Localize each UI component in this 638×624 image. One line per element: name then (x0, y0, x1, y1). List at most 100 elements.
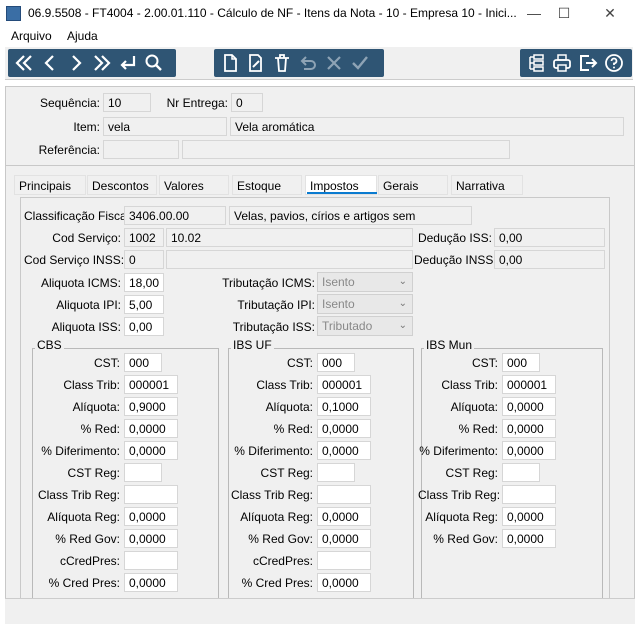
first-record-button[interactable] (12, 51, 36, 75)
ibs-uf-cst-field[interactable]: 000 (317, 353, 355, 372)
ibs-mun-class-trib-reg-label: Class Trib Reg: (418, 488, 501, 502)
ibs-mun-class-trib-field[interactable]: 000001 (502, 375, 556, 394)
cbs-class-trib-label: Class Trib: (63, 378, 120, 392)
cbs-aliquota-reg-field[interactable]: 0,0000 (124, 507, 178, 526)
exit-button[interactable] (576, 51, 600, 75)
ibs-mun-red-label: % Red: (458, 422, 498, 436)
cod-servico-inss-field[interactable]: 0 (124, 250, 164, 269)
ibs-uf-ccredpres-field[interactable] (317, 551, 371, 570)
close-button[interactable]: ✕ (596, 4, 624, 24)
referencia-description-field[interactable] (182, 140, 510, 159)
chevron-down-icon: ⌄ (398, 298, 407, 309)
ibs-uf-red-field[interactable]: 0,0000 (317, 419, 371, 438)
tributacao-iss-label: Tributação ISS: (232, 320, 315, 334)
item-label: Item: (73, 120, 100, 134)
deducao-inss-field[interactable]: 0,00 (494, 250, 605, 269)
sequencia-field[interactable]: 10 (103, 93, 151, 112)
ibs-uf-class-trib-field[interactable]: 000001 (317, 375, 371, 394)
cod-servico-inss-description-field[interactable] (166, 250, 413, 269)
tree-icon (529, 54, 544, 72)
ibs-mun-diferimento-field[interactable]: 0,0000 (502, 441, 556, 460)
ibs-uf-aliquota-field[interactable]: 0,1000 (317, 397, 371, 416)
cbs-aliquota-field[interactable]: 0,9000 (124, 397, 178, 416)
menu-arquivo[interactable]: Arquivo (11, 29, 52, 43)
print-button[interactable] (550, 51, 574, 75)
tributacao-icms-value: Isento (322, 275, 355, 289)
ibs-mun-red-field[interactable]: 0,0000 (502, 419, 556, 438)
previous-record-button[interactable] (38, 51, 62, 75)
cbs-class-trib-field[interactable]: 000001 (124, 375, 178, 394)
ibs-uf-aliquota-reg-field[interactable]: 0,0000 (317, 507, 371, 526)
cbs-ccredpres-label: cCredPres: (59, 554, 120, 568)
ibs-uf-red-label: % Red: (273, 422, 313, 436)
cancel-button[interactable] (322, 51, 346, 75)
cbs-cred-pres-field[interactable]: 0,0000 (124, 573, 178, 592)
cbs-group-title: CBS (35, 338, 64, 352)
confirm-button[interactable] (348, 51, 372, 75)
help-button[interactable] (602, 51, 626, 75)
aliquota-iss-field[interactable]: 0,00 (124, 317, 164, 336)
cod-servico-field[interactable]: 1002 (124, 228, 164, 247)
item-code-field[interactable]: vela (103, 117, 227, 136)
ibs-uf-cred-pres-field[interactable]: 0,0000 (317, 573, 371, 592)
ibs-mun-red-gov-field[interactable]: 0,0000 (502, 529, 556, 548)
cbs-cst-reg-field[interactable] (124, 463, 162, 482)
tab-estoque[interactable]: Estoque (232, 175, 302, 195)
ibs-mun-cst-field[interactable]: 000 (502, 353, 540, 372)
classificacao-fiscal-code-field[interactable]: 3406.00.00 (124, 206, 226, 225)
nr-entrega-field[interactable]: 0 (231, 93, 263, 112)
cbs-cst-field[interactable]: 000 (124, 353, 162, 372)
tributacao-iss-select[interactable]: Tributado ⌄ (317, 316, 413, 336)
tributacao-ipi-label: Tributação IPI: (237, 298, 315, 312)
active-tab-indicator (307, 192, 377, 194)
ibs-uf-class-trib-reg-field[interactable] (317, 485, 371, 504)
next-record-button[interactable] (64, 51, 88, 75)
undo-button[interactable] (296, 51, 320, 75)
menu-ajuda[interactable]: Ajuda (67, 29, 98, 43)
edit-button[interactable] (244, 51, 268, 75)
cbs-diferimento-label: % Diferimento: (41, 444, 120, 458)
deducao-iss-field[interactable]: 0,00 (494, 228, 605, 247)
tributacao-icms-label: Tributação ICMS: (222, 276, 315, 290)
ibs-mun-aliquota-reg-field[interactable]: 0,0000 (502, 507, 556, 526)
tributacao-icms-select[interactable]: Isento ⌄ (317, 272, 413, 292)
tributacao-ipi-select[interactable]: Isento ⌄ (317, 294, 413, 314)
classificacao-fiscal-description-field[interactable]: Velas, pavios, círios e artigos sem (229, 206, 472, 225)
window-title: 06.9.5508 - FT4004 - 2.00.01.110 - Cálcu… (28, 6, 517, 20)
minimize-button[interactable]: — (520, 4, 548, 24)
new-button[interactable] (218, 51, 242, 75)
cbs-red-field[interactable]: 0,0000 (124, 419, 178, 438)
cbs-red-gov-field[interactable]: 0,0000 (124, 529, 178, 548)
cbs-diferimento-field[interactable]: 0,0000 (124, 441, 178, 460)
chevron-down-icon: ⌄ (398, 276, 407, 287)
tributacao-ipi-value: Isento (322, 297, 355, 311)
cod-servico-description-field[interactable]: 10.02 (166, 228, 413, 247)
tab-valores[interactable]: Valores (159, 175, 229, 195)
referencia-field[interactable] (103, 140, 179, 159)
tab-descontos[interactable]: Descontos (87, 175, 157, 195)
tree-button[interactable] (524, 51, 548, 75)
ibs-uf-diferimento-field[interactable]: 0,0000 (317, 441, 371, 460)
ibs-mun-cst-reg-field[interactable] (502, 463, 540, 482)
search-button[interactable] (142, 51, 166, 75)
return-button[interactable] (116, 51, 140, 75)
cbs-ccredpres-field[interactable] (124, 551, 178, 570)
ibs-mun-class-trib-reg-field[interactable] (502, 485, 556, 504)
delete-button[interactable] (270, 51, 294, 75)
ibs-mun-aliquota-field[interactable]: 0,0000 (502, 397, 556, 416)
tab-narrativa[interactable]: Narrativa (451, 175, 523, 195)
aliquota-ipi-field[interactable]: 5,00 (124, 295, 164, 314)
item-description-field[interactable]: Vela aromática (230, 117, 624, 136)
maximize-button[interactable]: ☐ (550, 4, 578, 24)
ibs-uf-red-gov-field[interactable]: 0,0000 (317, 529, 371, 548)
tab-gerais[interactable]: Gerais (378, 175, 448, 195)
aliquota-icms-field[interactable]: 18,00 (124, 273, 164, 292)
cbs-class-trib-reg-label: Class Trib Reg: (37, 488, 120, 502)
cbs-class-trib-reg-field[interactable] (124, 485, 178, 504)
tab-principais[interactable]: Principais (14, 175, 86, 195)
previous-icon (44, 55, 54, 71)
last-record-button[interactable] (90, 51, 114, 75)
classificacao-fiscal-label: Classificação Fiscal: (24, 209, 133, 223)
ibs-uf-cst-reg-field[interactable] (317, 463, 355, 482)
cod-servico-inss-label: Cod Serviço INSS: (24, 253, 125, 267)
